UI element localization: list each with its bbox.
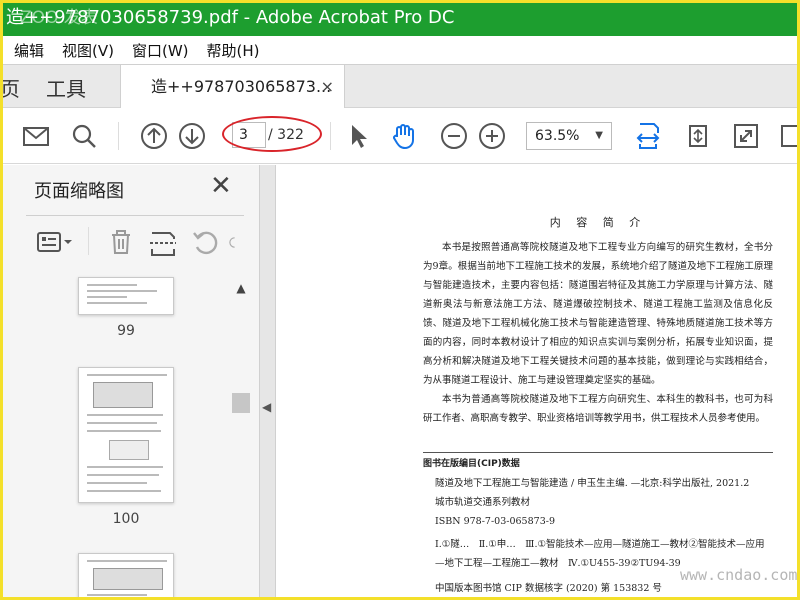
document-heading: 内 容 简 介 bbox=[549, 216, 647, 229]
tab-home[interactable]: 页 bbox=[0, 73, 20, 102]
menu-bar: 编辑 视图(V) 窗口(W) 帮助(H) bbox=[0, 36, 800, 64]
select-cursor-icon[interactable] bbox=[342, 120, 374, 152]
document-page: 内 容 简 介 本书是按照普通高等院校隧道及地下工程专业方向编写的研究生教材，全… bbox=[423, 213, 773, 598]
zoom-level-value: 63.5% bbox=[535, 128, 580, 144]
title-bar: 造++9787030658739.pdf - Adobe Acrobat Pro… bbox=[0, 0, 800, 36]
zoom-out-icon[interactable] bbox=[438, 120, 470, 152]
page-thumbnails-panel: 页面缩略图 ✕ ▲ 99 100 bbox=[0, 165, 260, 600]
panel-title: 页面缩略图 bbox=[34, 181, 124, 202]
panel-close-button[interactable]: ✕ bbox=[210, 173, 232, 199]
site-watermark: www.cndao.com bbox=[680, 566, 798, 584]
next-page-icon[interactable] bbox=[176, 120, 208, 152]
cip-line: 城市轨道交通系列教材 bbox=[435, 497, 531, 508]
hand-tool-icon[interactable] bbox=[388, 120, 420, 152]
tab-tools[interactable]: 工具 bbox=[46, 73, 86, 102]
rotate-right-icon[interactable] bbox=[228, 225, 244, 259]
cip-heading: 图书在版编目(CIP)数据 bbox=[423, 459, 520, 469]
menu-view[interactable]: 视图(V) bbox=[62, 40, 114, 61]
panel-scrollbar-thumb[interactable] bbox=[232, 393, 250, 413]
cip-line: 隧道及地下工程施工与智能建造 / 申玉生主编. —北京:科学出版社, 2021.… bbox=[435, 478, 750, 489]
tab-bar: 页 工具 造++978703065873... × bbox=[0, 64, 800, 109]
cip-divider bbox=[423, 452, 773, 453]
panel-collapse-strip[interactable] bbox=[260, 165, 276, 600]
document-paragraph: 本书为普通高等院校隧道及地下工程方向研究生、本科生的教科书，也可为科研工作者、高… bbox=[423, 394, 773, 424]
panel-tool-divider bbox=[88, 227, 89, 255]
menu-edit[interactable]: 编辑 bbox=[14, 40, 44, 61]
previous-page-icon[interactable] bbox=[138, 120, 170, 152]
page-thumbnail[interactable] bbox=[78, 277, 174, 315]
insert-page-icon[interactable] bbox=[146, 225, 180, 259]
fit-width-icon[interactable] bbox=[632, 120, 664, 152]
toolbar-divider bbox=[330, 122, 331, 150]
zoom-in-icon[interactable] bbox=[476, 120, 508, 152]
main-toolbar: 3 / 322 63.5% ▼ bbox=[0, 108, 800, 164]
thumbnail-page-number: 99 bbox=[117, 323, 135, 339]
document-paragraph: 本书是按照普通高等院校隧道及地下工程专业方向编写的研究生教材，全书分为9章。根据… bbox=[423, 242, 773, 386]
thumbnail-page-number: 100 bbox=[112, 511, 140, 527]
chevron-down-icon: ▼ bbox=[595, 130, 603, 141]
page-thumbnail[interactable] bbox=[78, 553, 174, 600]
zoom-level-select[interactable]: 63.5% ▼ bbox=[526, 122, 612, 150]
trash-icon[interactable] bbox=[104, 225, 138, 259]
cip-line: ISBN 978-7-03-065873-9 bbox=[435, 516, 555, 527]
tab-close-button[interactable]: × bbox=[321, 65, 334, 109]
scroll-up-arrow[interactable]: ▲ bbox=[232, 281, 250, 295]
menu-window[interactable]: 窗口(W) bbox=[132, 40, 189, 61]
tab-document-label: 造++978703065873... bbox=[151, 77, 332, 96]
thumbnail-options-icon[interactable] bbox=[34, 225, 76, 259]
title-watermark: ZOO 发表 bbox=[20, 8, 98, 28]
document-view: 内 容 简 介 本书是按照普通高等院校隧道及地下工程专业方向编写的研究生教材，全… bbox=[277, 165, 800, 600]
collapse-panel-arrow[interactable]: ◀ bbox=[262, 400, 271, 414]
full-screen-icon[interactable] bbox=[730, 120, 762, 152]
page-thumbnail[interactable] bbox=[78, 367, 174, 503]
email-icon[interactable] bbox=[20, 120, 52, 152]
panel-divider bbox=[26, 215, 244, 216]
rotate-left-icon[interactable] bbox=[188, 225, 222, 259]
toolbar-divider bbox=[118, 122, 119, 150]
red-annotation-ellipse bbox=[222, 116, 322, 152]
overflow-tool-icon[interactable] bbox=[778, 120, 800, 152]
tab-document[interactable]: 造++978703065873... × bbox=[120, 65, 345, 109]
scroll-mode-icon[interactable] bbox=[682, 120, 714, 152]
search-icon[interactable] bbox=[68, 120, 100, 152]
menu-help[interactable]: 帮助(H) bbox=[207, 40, 260, 61]
